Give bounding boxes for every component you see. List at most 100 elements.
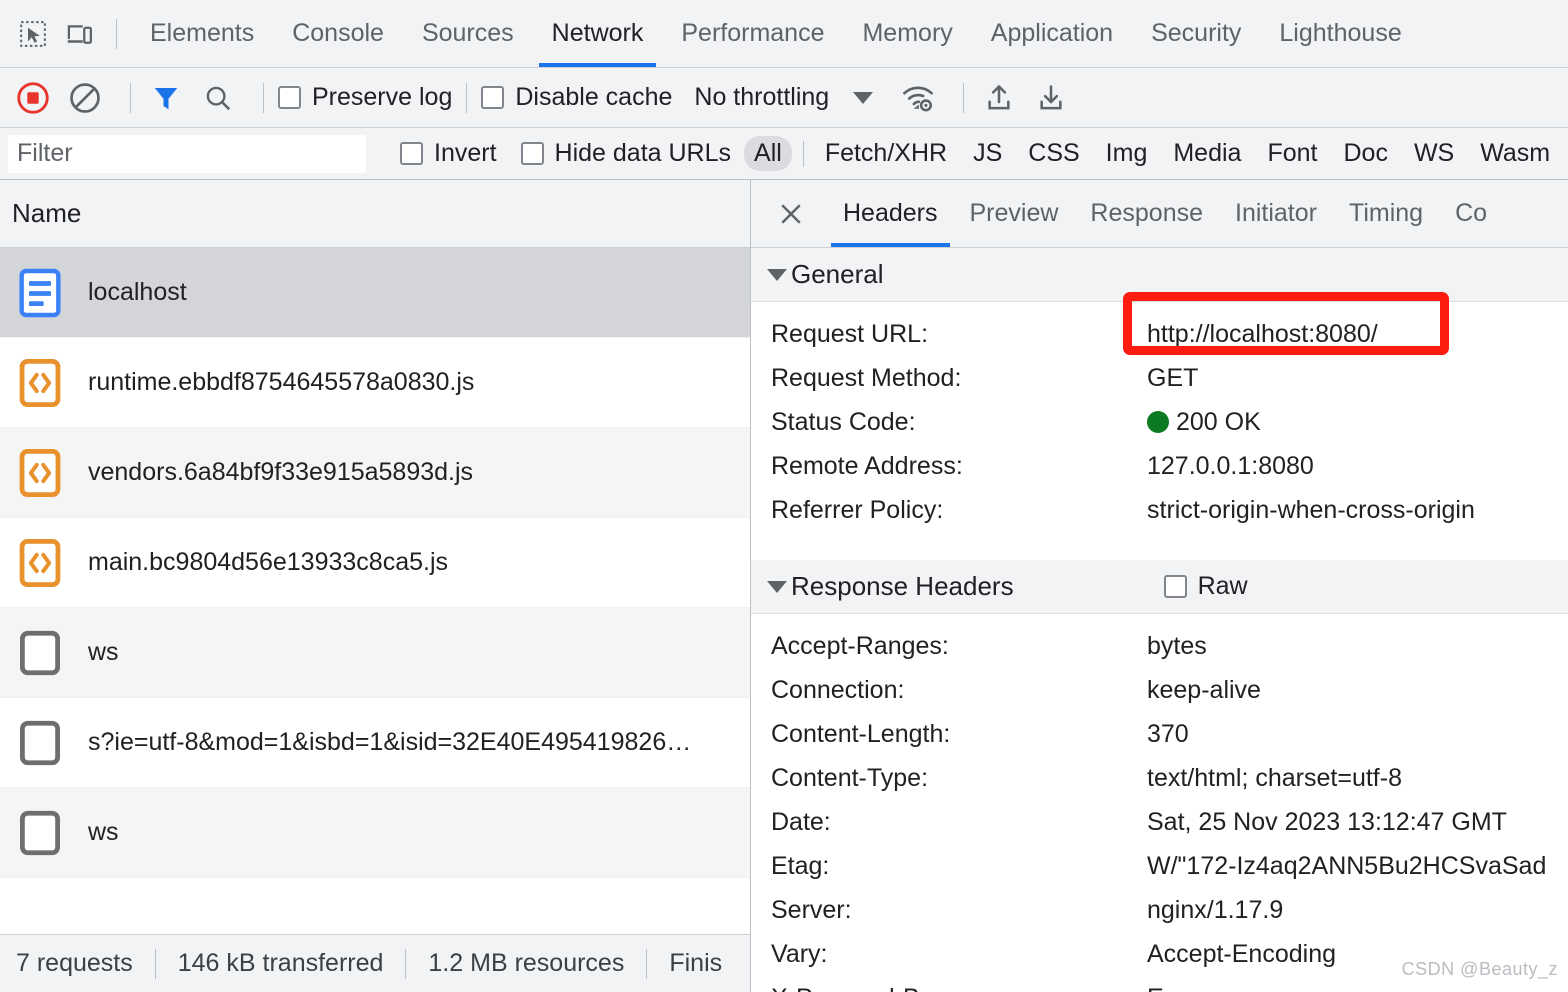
control-divider-1 bbox=[130, 82, 131, 113]
document-icon bbox=[16, 265, 64, 321]
filter-type-wasm[interactable]: Wasm bbox=[1470, 136, 1560, 171]
header-value-request-url[interactable]: http://localhost:8080/ bbox=[1147, 320, 1378, 349]
generic-icon bbox=[16, 805, 64, 861]
tab-cookies[interactable]: Co bbox=[1439, 180, 1503, 247]
network-conditions-icon[interactable] bbox=[897, 77, 939, 119]
tab-network[interactable]: Network bbox=[533, 0, 663, 67]
filter-type-all[interactable]: All bbox=[744, 136, 792, 171]
raw-toggle[interactable]: Raw bbox=[1163, 572, 1248, 601]
table-row[interactable]: runtime.ebbdf8754645578a0830.js bbox=[0, 338, 750, 428]
tab-console[interactable]: Console bbox=[273, 0, 403, 67]
tab-lighthouse[interactable]: Lighthouse bbox=[1260, 0, 1420, 67]
filter-funnel-icon[interactable] bbox=[145, 77, 187, 119]
disable-cache-box[interactable] bbox=[481, 86, 505, 109]
filter-type-img[interactable]: Img bbox=[1096, 136, 1158, 171]
tab-performance[interactable]: Performance bbox=[662, 0, 843, 67]
request-name: vendors.6a84bf9f33e915a5893d.js bbox=[88, 458, 474, 486]
inspect-element-icon[interactable] bbox=[10, 11, 56, 57]
preserve-log-checkbox[interactable]: Preserve log bbox=[278, 83, 452, 112]
tab-preview[interactable]: Preview bbox=[954, 180, 1075, 247]
tab-security[interactable]: Security bbox=[1132, 0, 1260, 67]
hide-data-urls-checkbox[interactable]: Hide data URLs bbox=[520, 139, 731, 168]
table-row[interactable]: vendors.6a84bf9f33e915a5893d.js bbox=[0, 428, 750, 518]
header-row: Request URL: http://localhost:8080/ bbox=[751, 312, 1568, 356]
disable-cache-checkbox[interactable]: Disable cache bbox=[481, 83, 672, 112]
header-key: Content-Length: bbox=[771, 719, 951, 748]
status-resources: 1.2 MB resources bbox=[428, 949, 625, 977]
filter-type-ws[interactable]: WS bbox=[1404, 136, 1464, 171]
header-row: Request Method: GET bbox=[751, 356, 1568, 400]
table-row[interactable]: main.bc9804d56e13933c8ca5.js bbox=[0, 518, 750, 608]
table-row[interactable]: s?ie=utf-8&mod=1&isbd=1&isid=32E40E49541… bbox=[0, 698, 750, 788]
filter-type-media[interactable]: Media bbox=[1163, 136, 1251, 171]
general-section-header[interactable]: General bbox=[751, 248, 1568, 302]
filter-type-fetch-xhr[interactable]: Fetch/XHR bbox=[815, 136, 957, 171]
chevron-down-icon[interactable] bbox=[853, 91, 874, 104]
request-name: main.bc9804d56e13933c8ca5.js bbox=[88, 548, 448, 576]
device-toolbar-icon[interactable] bbox=[56, 11, 102, 57]
script-icon bbox=[16, 355, 64, 411]
header-value-request-method: GET bbox=[1147, 363, 1199, 392]
table-row[interactable]: ws bbox=[0, 608, 750, 698]
header-row: Accept-Ranges: bytes bbox=[751, 624, 1568, 668]
request-name: s?ie=utf-8&mod=1&isbd=1&isid=32E40E49541… bbox=[88, 728, 692, 756]
status-requests-count: 7 requests bbox=[16, 949, 133, 977]
preserve-log-box[interactable] bbox=[278, 86, 301, 109]
status-badge: 200 OK bbox=[1147, 408, 1261, 437]
tab-timing[interactable]: Timing bbox=[1333, 180, 1439, 247]
header-row: Server: nginx/1.17.9 bbox=[751, 888, 1568, 932]
tab-elements[interactable]: Elements bbox=[131, 0, 273, 67]
header-row: Content-Length: 370 bbox=[751, 712, 1568, 756]
import-har-icon[interactable] bbox=[978, 77, 1020, 119]
triangle-down-icon[interactable] bbox=[767, 268, 787, 281]
header-key: Server: bbox=[771, 895, 852, 924]
clear-icon[interactable] bbox=[64, 77, 106, 119]
preserve-log-label: Preserve log bbox=[312, 83, 453, 111]
hide-data-urls-box[interactable] bbox=[520, 142, 544, 165]
invert-checkbox[interactable]: Invert bbox=[400, 139, 497, 168]
header-value-x-powered-by: Express bbox=[1147, 984, 1237, 992]
filter-type-font[interactable]: Font bbox=[1257, 136, 1327, 171]
request-list-pane: Name localhost runtime.ebbdf8754645578a0… bbox=[0, 180, 751, 992]
filter-type-doc[interactable]: Doc bbox=[1333, 136, 1397, 171]
tab-headers[interactable]: Headers bbox=[827, 180, 954, 247]
tab-memory[interactable]: Memory bbox=[843, 0, 971, 67]
header-value-status-code: 200 OK bbox=[1176, 407, 1261, 436]
header-key: Request URL: bbox=[771, 319, 929, 348]
request-name: ws bbox=[88, 638, 119, 666]
script-icon bbox=[16, 445, 64, 501]
tab-initiator[interactable]: Initiator bbox=[1219, 180, 1333, 247]
invert-box[interactable] bbox=[400, 142, 423, 165]
control-divider-4 bbox=[963, 82, 965, 113]
status-finish: Finis bbox=[669, 949, 723, 977]
throttling-select-value[interactable]: No throttling bbox=[694, 83, 829, 112]
filter-type-css[interactable]: CSS bbox=[1018, 136, 1089, 171]
status-divider bbox=[646, 948, 648, 979]
status-divider bbox=[154, 948, 156, 979]
header-key: Content-Type: bbox=[771, 763, 929, 792]
request-detail-pane: Headers Preview Response Initiator Timin… bbox=[751, 180, 1568, 992]
filter-type-js[interactable]: JS bbox=[963, 136, 1012, 171]
table-row[interactable]: ws bbox=[0, 788, 750, 878]
tab-application[interactable]: Application bbox=[972, 0, 1132, 67]
table-row[interactable]: localhost bbox=[0, 248, 750, 338]
main-tab-bar: Elements Console Sources Network Perform… bbox=[0, 0, 1568, 68]
script-icon bbox=[16, 535, 64, 591]
request-list[interactable]: localhost runtime.ebbdf8754645578a0830.j… bbox=[0, 248, 750, 934]
raw-checkbox[interactable] bbox=[1163, 575, 1187, 598]
tab-response[interactable]: Response bbox=[1074, 180, 1219, 247]
toolbar-divider bbox=[116, 18, 117, 49]
close-icon[interactable] bbox=[769, 192, 813, 236]
request-name: ws bbox=[88, 818, 119, 846]
response-headers-section-header[interactable]: Response Headers Raw bbox=[751, 560, 1568, 614]
triangle-down-icon[interactable] bbox=[767, 580, 787, 593]
record-stop-icon[interactable] bbox=[12, 77, 54, 119]
export-har-icon[interactable] bbox=[1030, 77, 1072, 119]
header-value-remote-address: 127.0.0.1:8080 bbox=[1147, 451, 1314, 480]
search-icon[interactable] bbox=[197, 77, 239, 119]
header-value-referrer-policy: strict-origin-when-cross-origin bbox=[1147, 495, 1475, 524]
control-divider-2 bbox=[263, 82, 264, 113]
filter-input[interactable] bbox=[8, 134, 366, 173]
status-ok-dot-icon bbox=[1147, 411, 1169, 433]
tab-sources[interactable]: Sources bbox=[403, 0, 533, 67]
